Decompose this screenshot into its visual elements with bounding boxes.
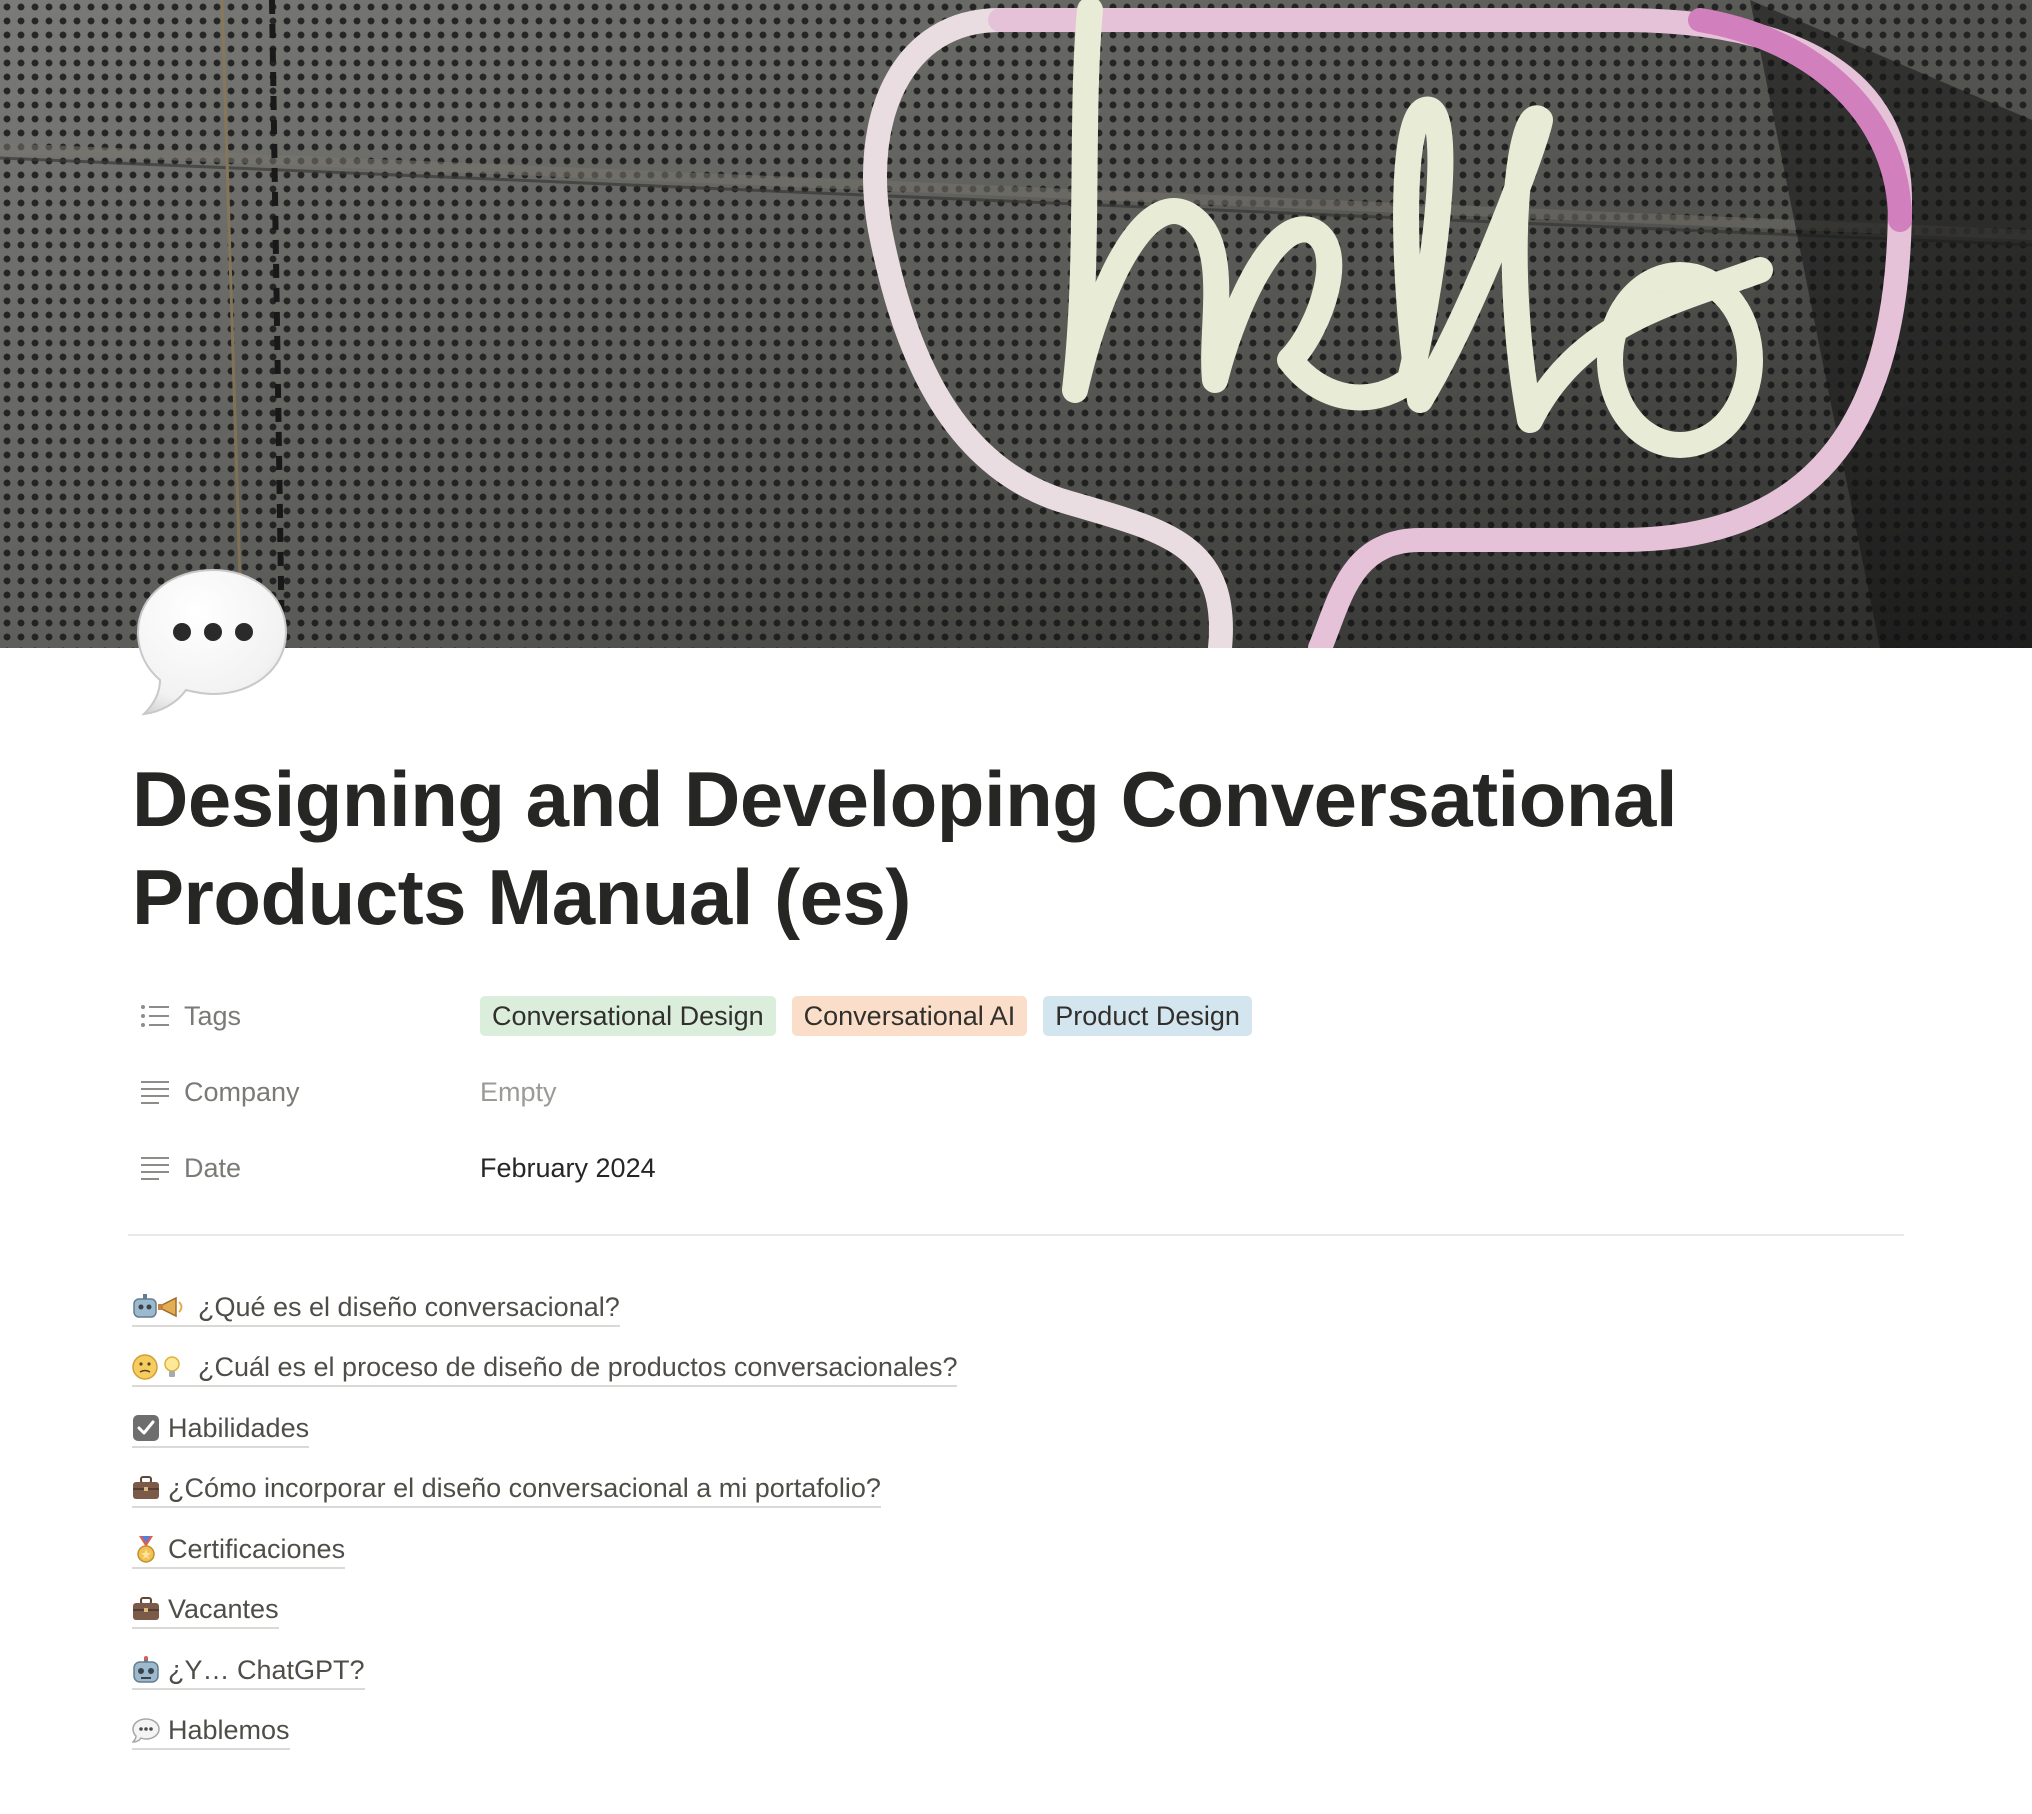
thinking-bulb-icon — [132, 1353, 190, 1381]
page-link-proceso[interactable]: ¿Cuál es el proceso de diseño de product… — [132, 1350, 958, 1388]
list-item: Certificaciones — [132, 1520, 1912, 1581]
neon-hello-sign — [0, 0, 2032, 648]
link-label: Certificaciones — [168, 1533, 346, 1564]
date-value[interactable]: February 2024 — [480, 1153, 656, 1184]
property-name-tags[interactable]: Tags — [132, 1001, 480, 1032]
list-item: Vacantes — [132, 1581, 1912, 1642]
properties-panel: Tags Conversational Design Conversationa… — [132, 978, 1912, 1206]
property-company: Company Empty — [132, 1054, 1912, 1130]
property-label: Tags — [184, 1000, 242, 1031]
link-label: ¿Cuál es el proceso de diseño de product… — [198, 1352, 958, 1383]
notion-page: Designing and Developing Conversational … — [0, 0, 2032, 1814]
briefcase-icon — [132, 1595, 160, 1623]
list-item: Habilidades — [132, 1399, 1912, 1460]
page-link-vacantes[interactable]: Vacantes — [132, 1592, 279, 1630]
page-links: ¿Qué es el diseño conversacional? ¿Cuál … — [132, 1278, 1912, 1762]
property-tags: Tags Conversational Design Conversationa… — [132, 978, 1912, 1054]
tags-value[interactable]: Conversational Design Conversational AI … — [480, 996, 1268, 1036]
property-name-company[interactable]: Company — [132, 1077, 480, 1108]
robot-icon — [132, 1655, 160, 1684]
page-title[interactable]: Designing and Developing Conversational … — [132, 750, 1892, 946]
company-value[interactable]: Empty — [480, 1077, 557, 1108]
property-date: Date February 2024 — [132, 1130, 1912, 1206]
divider — [128, 1234, 1904, 1236]
list-item: ¿Qué es el diseño conversacional? — [132, 1278, 1912, 1339]
medal-icon — [132, 1535, 160, 1563]
link-label: Vacantes — [168, 1594, 279, 1625]
page-link-hablemos[interactable]: Hablemos — [132, 1713, 290, 1751]
robot-megaphone-icon — [132, 1293, 190, 1321]
checkbox-icon — [132, 1414, 160, 1442]
tag-product-design[interactable]: Product Design — [1043, 996, 1252, 1036]
list-item: ¿Cómo incorporar el diseño conversaciona… — [132, 1460, 1912, 1521]
link-label: Hablemos — [168, 1715, 290, 1746]
briefcase-icon — [132, 1474, 160, 1502]
page-link-habilidades[interactable]: Habilidades — [132, 1411, 310, 1448]
tag-conversational-ai[interactable]: Conversational AI — [791, 996, 1028, 1036]
property-label: Date — [184, 1152, 242, 1183]
link-label: ¿Cómo incorporar el diseño conversaciona… — [168, 1473, 881, 1504]
list-item: ¿Cuál es el proceso de diseño de product… — [132, 1339, 1912, 1400]
list-item: ¿Y… ChatGPT? — [132, 1641, 1912, 1702]
page-link-portafolio[interactable]: ¿Cómo incorporar el diseño conversaciona… — [132, 1471, 881, 1509]
property-label: Company — [184, 1076, 300, 1107]
speech-balloon-icon — [132, 1716, 160, 1744]
page-link-certificaciones[interactable]: Certificaciones — [132, 1532, 346, 1569]
link-label: ¿Y… ChatGPT? — [168, 1654, 365, 1685]
text-lines-icon — [141, 1081, 169, 1104]
list-icon — [141, 1005, 169, 1027]
text-lines-icon — [141, 1157, 169, 1180]
cover-image[interactable] — [0, 0, 2032, 648]
property-name-date[interactable]: Date — [132, 1153, 480, 1184]
page-link-que-es[interactable]: ¿Qué es el diseño conversacional? — [132, 1290, 620, 1327]
link-label: Habilidades — [168, 1412, 310, 1443]
link-label: ¿Qué es el diseño conversacional? — [198, 1291, 620, 1322]
list-item: Hablemos — [132, 1702, 1912, 1763]
speech-balloon-icon[interactable] — [134, 564, 292, 718]
tag-conversational-design[interactable]: Conversational Design — [480, 996, 776, 1036]
page-link-chatgpt[interactable]: ¿Y… ChatGPT? — [132, 1653, 365, 1690]
